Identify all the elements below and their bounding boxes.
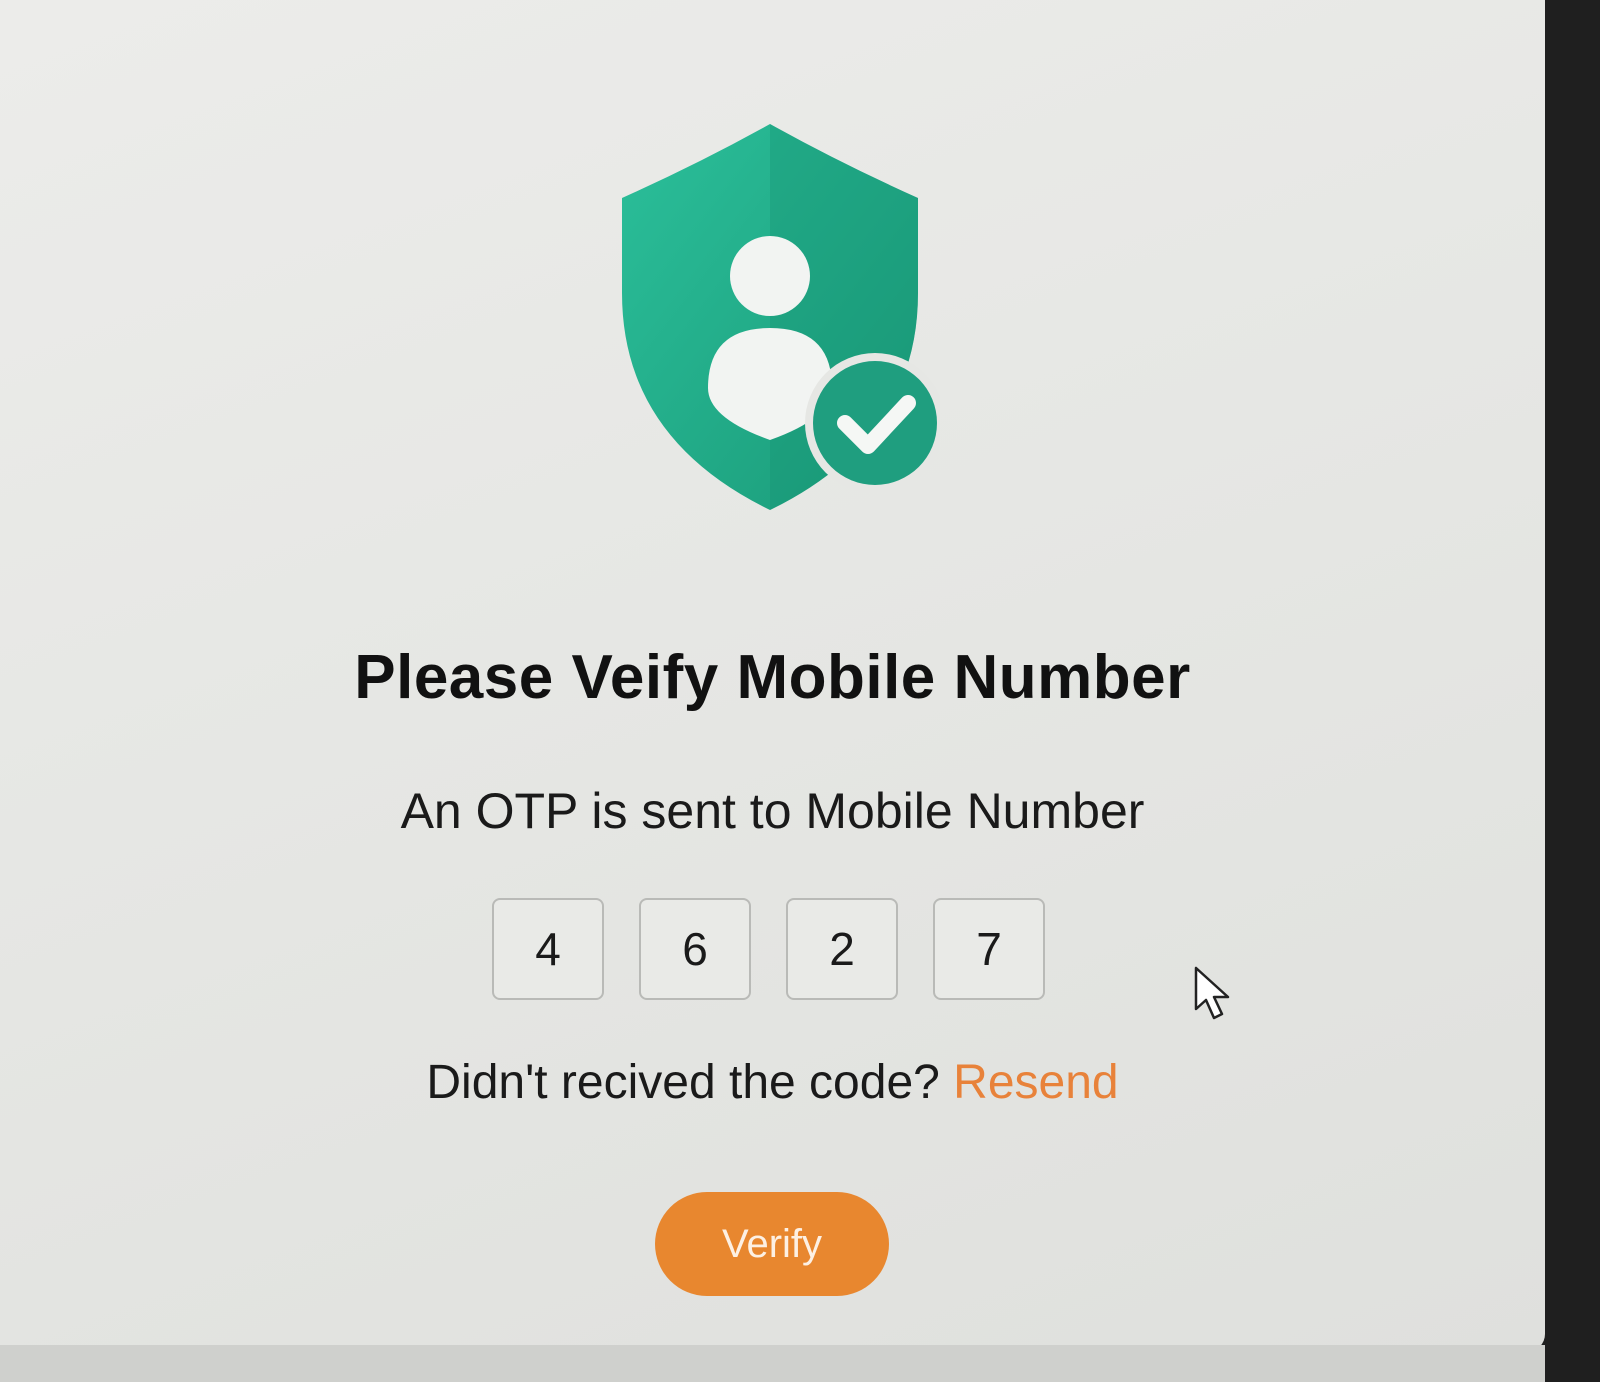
- otp-digit-1-input[interactable]: 4: [492, 898, 604, 1000]
- screen-bezel: [0, 1345, 1545, 1382]
- mouse-pointer-icon: [1194, 966, 1230, 1020]
- resend-prompt: Didn't recived the code? Resend: [0, 1055, 1545, 1110]
- otp-input-group: 4 6 2 7: [492, 898, 1045, 1000]
- verify-button[interactable]: Verify: [655, 1192, 889, 1296]
- shield-user-check-icon: [622, 124, 940, 510]
- resend-link[interactable]: Resend: [953, 1056, 1118, 1109]
- otp-digit-3-input[interactable]: 2: [786, 898, 898, 1000]
- otp-digit-2-input[interactable]: 6: [639, 898, 751, 1000]
- otp-digit-4-input[interactable]: 7: [933, 898, 1045, 1000]
- page-title: Please Veify Mobile Number: [354, 643, 1191, 712]
- resend-prompt-text: Didn't recived the code?: [426, 1056, 940, 1109]
- otp-sent-message: An OTP is sent to Mobile Number: [400, 783, 1145, 839]
- verification-screen: Please Veify Mobile Number An OTP is sen…: [0, 0, 1545, 1352]
